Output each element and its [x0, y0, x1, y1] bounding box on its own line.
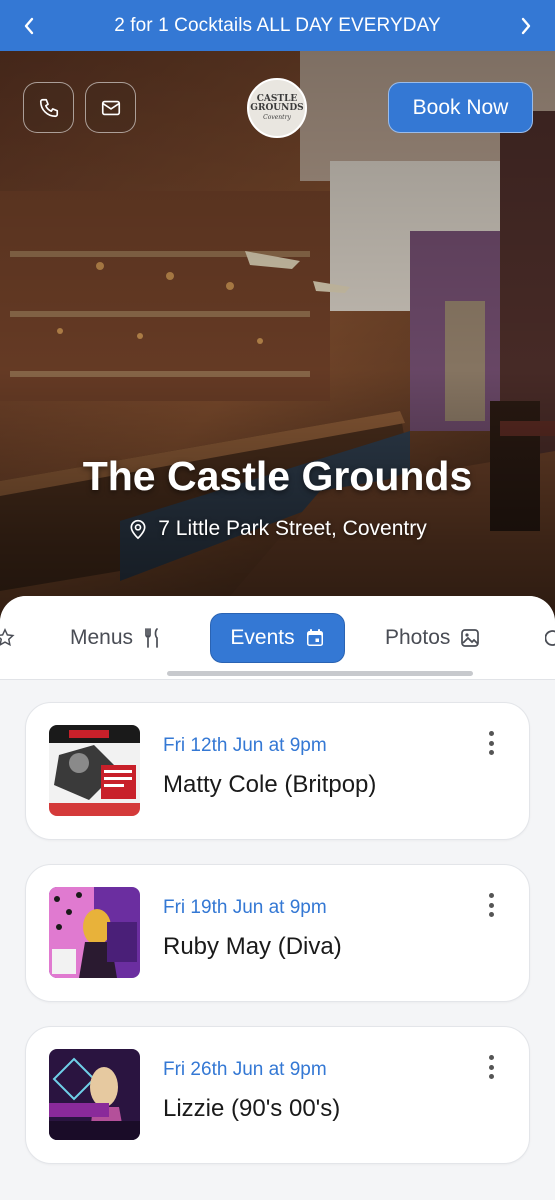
image-icon [461, 629, 480, 647]
chevron-left-icon [24, 17, 34, 34]
venue-title: The Castle Grounds [82, 453, 473, 499]
mail-icon [101, 100, 120, 115]
address-text: 7 Little Park Street, Coventry [158, 517, 427, 540]
book-now-button[interactable]: Book Now [388, 82, 533, 133]
tab-bar[interactable]: Menus Events Photos [0, 596, 555, 680]
promo-prev-button[interactable] [4, 0, 54, 51]
phone-icon [39, 98, 58, 117]
event-name: Matty Cole (Britpop) [163, 771, 377, 798]
logo-text-line2: GROUNDS [250, 103, 304, 113]
hero-background-image [0, 51, 555, 631]
event-poster-image [49, 725, 140, 816]
partial-tab-icon [545, 630, 555, 646]
content-sheet: Menus Events Photos Fri 12th Jun at 9pm … [0, 596, 555, 1200]
logo-text-line3: Coventry [263, 114, 291, 121]
venue-logo: CASTLE GROUNDS Coventry [247, 78, 307, 138]
event-card[interactable]: Fri 26th Jun at 9pm Lizzie (90's 00's) [25, 1026, 530, 1164]
utensils-icon [145, 628, 158, 648]
tab-events-label: Events [230, 626, 295, 649]
event-poster-image [49, 887, 140, 978]
event-poster-image [49, 1049, 140, 1140]
tab-menus-label: Menus [70, 626, 134, 649]
event-date: Fri 19th Jun at 9pm [163, 897, 327, 918]
event-poster-thumbnail [49, 887, 140, 978]
tab-favourites-partial[interactable] [0, 613, 16, 663]
event-poster-thumbnail [49, 1049, 140, 1140]
tab-menus[interactable]: Menus [70, 613, 163, 663]
promo-next-button[interactable] [501, 0, 551, 51]
event-date: Fri 12th Jun at 9pm [163, 735, 327, 756]
chevron-right-icon [521, 17, 531, 34]
event-card[interactable]: Fri 19th Jun at 9pm Ruby May (Diva) [25, 864, 530, 1002]
promo-text: 2 for 1 Cocktails ALL DAY EVERYDAY [114, 14, 441, 36]
email-button[interactable] [85, 82, 136, 133]
calendar-icon [306, 629, 323, 646]
more-options-button[interactable] [481, 728, 501, 758]
star-icon [0, 628, 15, 647]
tab-events[interactable]: Events [210, 613, 345, 663]
map-pin-icon [130, 519, 146, 540]
tab-more-partial[interactable] [545, 613, 555, 663]
tab-scroll-indicator[interactable] [167, 671, 473, 676]
more-options-button[interactable] [481, 1052, 501, 1082]
tab-photos-label: Photos [385, 626, 451, 649]
tab-photos[interactable]: Photos [385, 613, 480, 663]
call-button[interactable] [23, 82, 74, 133]
venue-address: 7 Little Park Street, Coventry [0, 517, 555, 541]
event-name: Ruby May (Diva) [163, 933, 342, 960]
event-name: Lizzie (90's 00's) [163, 1095, 341, 1122]
event-date: Fri 26th Jun at 9pm [163, 1059, 327, 1080]
event-card[interactable]: Fri 12th Jun at 9pm Matty Cole (Britpop) [25, 702, 530, 840]
promo-banner: 2 for 1 Cocktails ALL DAY EVERYDAY [0, 0, 555, 51]
more-options-button[interactable] [481, 890, 501, 920]
hero-section: CASTLE GROUNDS Coventry Book Now The Cas… [0, 51, 555, 631]
event-poster-thumbnail [49, 725, 140, 816]
